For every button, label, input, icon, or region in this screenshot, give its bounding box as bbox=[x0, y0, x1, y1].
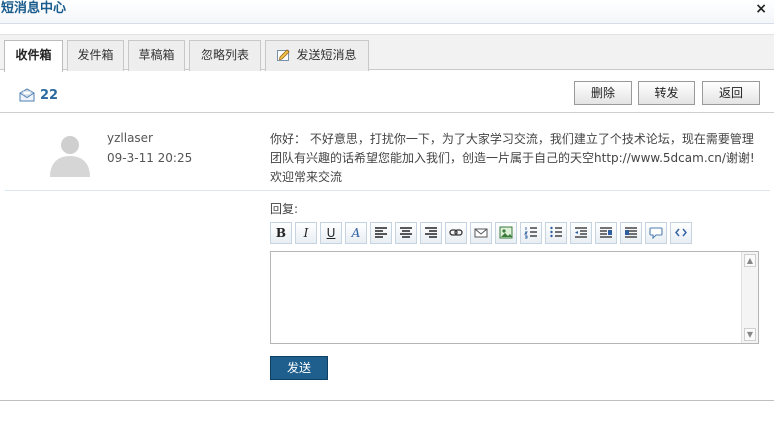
tab-send-message-label: 发送短消息 bbox=[296, 48, 357, 62]
message-body: 你好： 不好意思，打扰你一下，为了大家学习交流，我们建立了个技术论坛，现在需要管… bbox=[270, 130, 762, 187]
message-line: 团队有兴趣的话希望您能加入我们，创造一片属于自己的天空http://www.5d… bbox=[270, 151, 755, 165]
title-bar: 短消息中心 × bbox=[0, 0, 774, 24]
mail-icon bbox=[19, 88, 35, 102]
message-line: 欢迎常来交流 bbox=[270, 170, 343, 184]
message-line: 你好： 不好意思，打扰你一下，为了大家学习交流，我们建立了个技术论坛，现在需要管… bbox=[270, 132, 754, 146]
reply-label: 回复: bbox=[270, 202, 299, 216]
outdent-icon[interactable] bbox=[570, 222, 592, 244]
image-icon[interactable] bbox=[495, 222, 517, 244]
inbox-toolbar: 22 删除 转发 返回 bbox=[0, 78, 774, 113]
pencil-icon bbox=[277, 43, 291, 61]
footer-divider bbox=[0, 400, 774, 401]
align-right-icon[interactable] bbox=[420, 222, 442, 244]
align-center-icon[interactable] bbox=[395, 222, 417, 244]
window-title: 短消息中心 bbox=[1, 1, 67, 16]
indent-icon[interactable] bbox=[595, 222, 617, 244]
tab-bar: 收件箱 发件箱 草稿箱 忽略列表 发送短消息 bbox=[0, 34, 774, 72]
link-icon[interactable] bbox=[445, 222, 467, 244]
forward-button[interactable]: 转发 bbox=[638, 81, 695, 105]
back-button[interactable]: 返回 bbox=[702, 81, 760, 105]
code-icon[interactable] bbox=[670, 222, 692, 244]
delete-button[interactable]: 删除 bbox=[574, 81, 632, 105]
align-left-icon[interactable] bbox=[370, 222, 392, 244]
send-button[interactable]: 发送 bbox=[270, 356, 328, 380]
tab-send-message[interactable]: 发送短消息 bbox=[265, 40, 369, 71]
bold-icon[interactable]: B bbox=[270, 222, 292, 244]
reply-textarea[interactable] bbox=[270, 251, 759, 344]
quote-icon[interactable] bbox=[620, 222, 642, 244]
font-color-icon[interactable]: A bbox=[345, 222, 367, 244]
divider bbox=[5, 190, 770, 191]
email-icon[interactable] bbox=[470, 222, 492, 244]
tab-ignore-list[interactable]: 忽略列表 bbox=[189, 40, 261, 71]
sender-name[interactable]: yzllaser bbox=[107, 131, 153, 145]
underline-icon[interactable]: U bbox=[320, 222, 342, 244]
unordered-list-icon[interactable] bbox=[545, 222, 567, 244]
italic-icon[interactable]: I bbox=[295, 222, 317, 244]
message-time: 09-3-11 20:25 bbox=[107, 151, 193, 165]
message-count: 22 bbox=[40, 88, 59, 103]
close-icon[interactable]: × bbox=[755, 1, 767, 17]
tab-drafts[interactable]: 草稿箱 bbox=[128, 40, 185, 71]
smiley-icon[interactable] bbox=[645, 222, 667, 244]
tab-inbox[interactable]: 收件箱 bbox=[4, 40, 63, 72]
avatar bbox=[46, 131, 94, 177]
ordered-list-icon[interactable] bbox=[520, 222, 542, 244]
tab-outbox[interactable]: 发件箱 bbox=[67, 40, 124, 71]
